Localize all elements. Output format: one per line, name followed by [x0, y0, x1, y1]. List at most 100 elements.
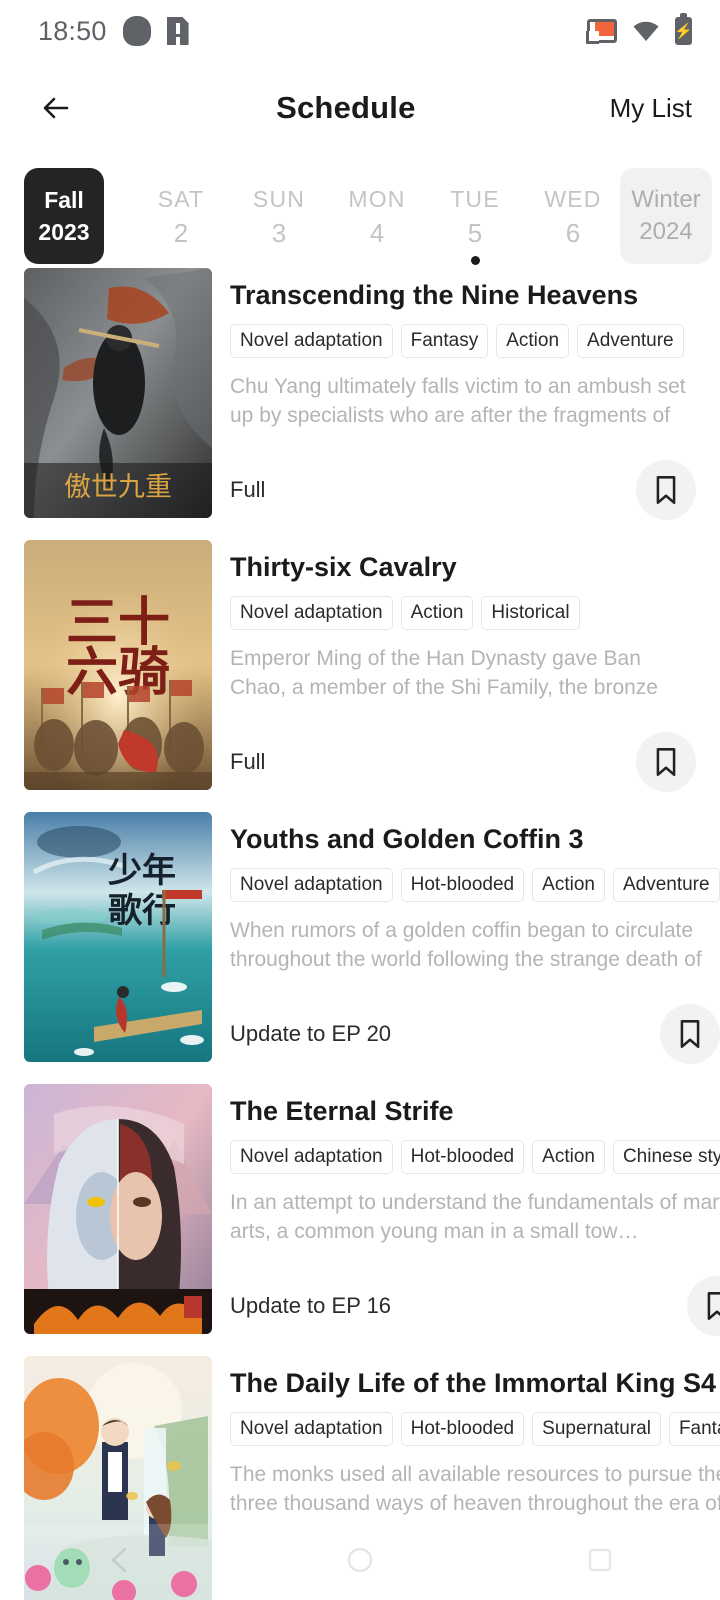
- season-pill-next[interactable]: Winter 2024: [620, 168, 712, 264]
- wifi-icon: [632, 20, 660, 42]
- genre-tag[interactable]: Novel adaptation: [230, 324, 393, 358]
- android-nav-bar: [0, 1524, 720, 1600]
- episode-status: Update to EP 20: [230, 1021, 392, 1046]
- day-name: SUN: [252, 186, 306, 212]
- battery-charging-icon: [675, 13, 692, 45]
- poster-art-eternal-strife: [24, 1084, 212, 1334]
- bookmark-button[interactable]: [636, 460, 696, 520]
- poster-art-golden-coffin: 少年 歌行: [24, 812, 212, 1062]
- show-synopsis: The monks used all available resources t…: [230, 1463, 720, 1515]
- episode-status: Full: [230, 477, 266, 502]
- tag-row: Novel adaptation Fantasy Action Adventur…: [230, 324, 696, 358]
- genre-tag[interactable]: Hot-blooded: [400, 1412, 525, 1446]
- season-pill-current[interactable]: Fall 2023: [24, 168, 104, 264]
- day-number: 4: [369, 218, 385, 248]
- genre-tag[interactable]: Historical: [481, 596, 580, 630]
- nav-recents-button[interactable]: [583, 1543, 617, 1582]
- blob-icon: [122, 16, 151, 46]
- tag-row: Novel adaptation Hot-blooded Action Chin…: [230, 1140, 720, 1174]
- show-card[interactable]: 三十 六骑 Thirty-six Cavalry Novel adaptatio…: [0, 540, 720, 804]
- day-number: 3: [271, 218, 287, 248]
- show-title[interactable]: The Eternal Strife: [230, 1094, 720, 1128]
- genre-tag[interactable]: Action: [400, 596, 474, 630]
- genre-tag[interactable]: Action: [496, 324, 570, 358]
- show-poster[interactable]: [24, 1084, 212, 1334]
- show-synopsis: In an attempt to understand the fundamen…: [230, 1191, 720, 1243]
- nav-home-button[interactable]: [343, 1543, 377, 1582]
- svg-text:傲世九重: 傲世九重: [64, 472, 172, 503]
- genre-tag[interactable]: Action: [532, 1140, 605, 1174]
- genre-tag[interactable]: Chinese style: [612, 1140, 720, 1174]
- show-card[interactable]: 少年 歌行 Youths and Golden Coffin 3 Novel a…: [0, 812, 720, 1076]
- genre-tag[interactable]: Novel adaptation: [230, 1412, 393, 1446]
- my-list-button[interactable]: My List: [610, 93, 692, 124]
- status-time: 18:50: [38, 15, 107, 46]
- day-cell-sat[interactable]: SAT 2: [132, 168, 230, 265]
- day-cell-tue[interactable]: TUE 5: [426, 168, 524, 265]
- genre-tag[interactable]: Adventure: [577, 324, 684, 358]
- day-name: TUE: [450, 186, 500, 212]
- cast-icon: [586, 19, 617, 44]
- day-cell-wed[interactable]: WED 6: [524, 168, 622, 265]
- episode-status: Update to EP 16: [230, 1293, 392, 1318]
- show-details: Youths and Golden Coffin 3 Novel adaptat…: [212, 812, 720, 1076]
- genre-tag[interactable]: Hot-blooded: [400, 868, 525, 902]
- genre-tag[interactable]: Fantasy: [668, 1412, 720, 1446]
- show-details: The Eternal Strife Novel adaptation Hot-…: [212, 1084, 720, 1348]
- show-title[interactable]: Youths and Golden Coffin 3: [230, 822, 720, 856]
- card-footer: Full: [230, 460, 696, 520]
- episode-status: Full: [230, 749, 266, 774]
- page-title: Schedule: [276, 90, 416, 125]
- tag-row: Novel adaptation Hot-blooded Action Adve…: [230, 868, 720, 902]
- bookmark-icon: [656, 748, 676, 776]
- show-synopsis: Emperor Ming of the Han Dynasty gave Ban…: [230, 647, 658, 699]
- show-title[interactable]: The Daily Life of the Immortal King S4: [230, 1366, 720, 1400]
- show-poster[interactable]: 傲世九重: [24, 268, 212, 518]
- bookmark-button[interactable]: [687, 1276, 720, 1336]
- card-footer: Full: [230, 732, 696, 792]
- nav-back-button[interactable]: [103, 1543, 137, 1582]
- show-title[interactable]: Thirty-six Cavalry: [230, 550, 696, 584]
- card-footer: Update to EP 16: [230, 1276, 720, 1336]
- show-card[interactable]: 傲世九重 Transcending the Nine Heavens Novel…: [0, 268, 720, 532]
- genre-tag[interactable]: Supernatural: [532, 1412, 661, 1446]
- day-cell-mon[interactable]: MON 4: [328, 168, 426, 265]
- bookmark-button[interactable]: [659, 1004, 720, 1064]
- show-poster[interactable]: 三十 六骑: [24, 540, 212, 790]
- genre-tag[interactable]: Adventure: [612, 868, 720, 902]
- bookmark-button[interactable]: [636, 732, 696, 792]
- genre-tag[interactable]: Hot-blooded: [400, 1140, 525, 1174]
- svg-text:少年: 少年: [108, 851, 176, 891]
- genre-tag[interactable]: Action: [532, 868, 605, 902]
- day-cell-sun[interactable]: SUN 3: [230, 168, 328, 265]
- genre-tag[interactable]: Fantasy: [400, 324, 489, 358]
- poster-art-transcending: 傲世九重: [24, 268, 212, 518]
- show-synopsis: Chu Yang ultimately falls victim to an a…: [230, 375, 686, 427]
- sd-card-alert-icon: [166, 17, 189, 45]
- recents-nav-icon: [588, 1548, 612, 1571]
- genre-tag[interactable]: Novel adaptation: [230, 868, 393, 902]
- day-name: MON: [348, 186, 406, 212]
- poster-art-cavalry: 三十 六骑: [24, 540, 212, 790]
- day-selected-dot: [470, 256, 480, 265]
- status-bar-right: [586, 13, 692, 45]
- season-current-line2: 2023: [38, 219, 90, 245]
- show-synopsis: When rumors of a golden coffin began to …: [230, 919, 702, 971]
- home-nav-icon: [347, 1547, 373, 1572]
- season-next-line1: Winter: [631, 186, 701, 213]
- arrow-left-icon: [43, 97, 69, 119]
- day-number: 2: [173, 218, 189, 248]
- back-button[interactable]: [30, 82, 82, 134]
- day-number: 6: [565, 218, 581, 248]
- day-number: 5: [467, 218, 483, 248]
- show-details: Thirty-six Cavalry Novel adaptation Acti…: [212, 540, 696, 804]
- show-card[interactable]: The Eternal Strife Novel adaptation Hot-…: [0, 1084, 720, 1348]
- card-footer: Update to EP 20: [230, 1004, 720, 1064]
- show-title[interactable]: Transcending the Nine Heavens: [230, 278, 696, 312]
- genre-tag[interactable]: Novel adaptation: [230, 596, 393, 630]
- genre-tag[interactable]: Novel adaptation: [230, 1140, 393, 1174]
- bookmark-icon: [656, 476, 676, 504]
- app-header: Schedule My List: [0, 62, 720, 154]
- bookmark-icon: [680, 1020, 699, 1048]
- show-poster[interactable]: 少年 歌行: [24, 812, 212, 1062]
